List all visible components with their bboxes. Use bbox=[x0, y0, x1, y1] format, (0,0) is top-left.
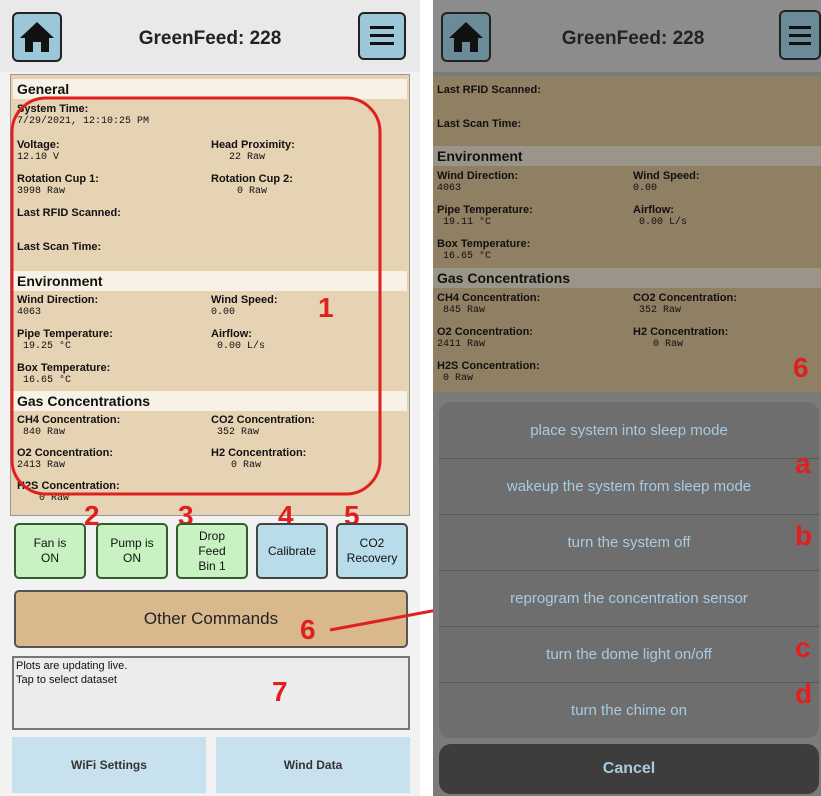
right-wind-direction-label: Wind Direction: bbox=[437, 170, 519, 182]
menu-item-system-off-label: turn the system off bbox=[567, 534, 691, 551]
right-o2-value: 2411 Raw bbox=[437, 339, 486, 350]
right-h2-value: 0 Raw bbox=[653, 339, 684, 350]
right-ch4-value: 845 Raw bbox=[443, 305, 486, 316]
right-status-panel: Last RFID Scanned: Last Scan Time: Envir… bbox=[433, 76, 821, 392]
menu-item-dome-light[interactable]: turn the dome light on/off bbox=[439, 626, 819, 682]
menu-item-system-off[interactable]: turn the system off bbox=[439, 514, 819, 570]
right-menu-button[interactable] bbox=[779, 10, 821, 60]
menu-item-reprogram-label: reprogram the concentration sensor bbox=[510, 590, 748, 607]
annotation-arrow bbox=[329, 606, 449, 632]
cancel-button[interactable]: Cancel bbox=[439, 744, 819, 794]
right-box-temp-label: Box Temperature: bbox=[437, 238, 531, 250]
menu-item-dome-light-label: turn the dome light on/off bbox=[546, 646, 712, 663]
menu-item-wakeup-label: wakeup the system from sleep mode bbox=[506, 478, 752, 495]
right-h2s-label: H2S Concentration: bbox=[437, 360, 540, 372]
right-section-gas: Gas Concentrations bbox=[433, 268, 821, 288]
right-pipe-temp-label: Pipe Temperature: bbox=[437, 204, 533, 216]
right-page-title: GreenFeed: 228 bbox=[561, 28, 705, 49]
annotation-d: d bbox=[795, 678, 813, 709]
annotation-b: b bbox=[795, 520, 813, 551]
right-home-button[interactable] bbox=[441, 12, 491, 62]
menu-item-sleep[interactable]: place system into sleep mode bbox=[439, 402, 819, 458]
menu-item-chime[interactable]: turn the chime on bbox=[439, 682, 819, 738]
menu-item-sleep-label: place system into sleep mode bbox=[530, 421, 728, 439]
right-co2-label: CO2 Concentration: bbox=[633, 292, 737, 304]
right-wind-speed-label: Wind Speed: bbox=[633, 170, 700, 182]
right-pipe-temp-value: 19.11 °C bbox=[443, 217, 492, 228]
right-last-rfid-label: Last RFID Scanned: bbox=[437, 84, 541, 96]
cancel-button-label: Cancel bbox=[602, 760, 656, 777]
right-box-temp-value: 16.65 °C bbox=[443, 251, 492, 262]
right-h2-label: H2 Concentration: bbox=[633, 326, 729, 338]
menu-item-chime-label: turn the chime on bbox=[571, 702, 687, 719]
right-section-environment: Environment bbox=[433, 146, 821, 166]
annotation-a: a bbox=[795, 448, 811, 479]
right-h2s-value: 0 Raw bbox=[443, 373, 474, 384]
hamburger-icon bbox=[789, 26, 811, 45]
annotation-c: c bbox=[795, 632, 811, 663]
right-co2-value: 352 Raw bbox=[639, 305, 682, 316]
menu-item-wakeup[interactable]: wakeup the system from sleep mode bbox=[439, 458, 819, 514]
home-icon bbox=[449, 22, 483, 52]
right-wind-direction-value: 4063 bbox=[437, 183, 462, 194]
action-sheet: place system into sleep mode wakeup the … bbox=[439, 402, 819, 738]
right-ch4-label: CH4 Concentration: bbox=[437, 292, 541, 304]
right-airflow-value: 0.00 L/s bbox=[639, 217, 688, 228]
menu-item-reprogram[interactable]: reprogram the concentration sensor bbox=[439, 570, 819, 626]
right-screen: GreenFeed: 228 Last RFID Scanned: Last S… bbox=[433, 0, 821, 796]
right-airflow-label: Airflow: bbox=[633, 204, 674, 216]
right-last-scan-label: Last Scan Time: bbox=[437, 118, 522, 130]
annotation-6-right: 6 bbox=[793, 352, 809, 383]
right-o2-label: O2 Concentration: bbox=[437, 326, 533, 338]
right-wind-speed-value: 0.00 bbox=[633, 183, 658, 194]
